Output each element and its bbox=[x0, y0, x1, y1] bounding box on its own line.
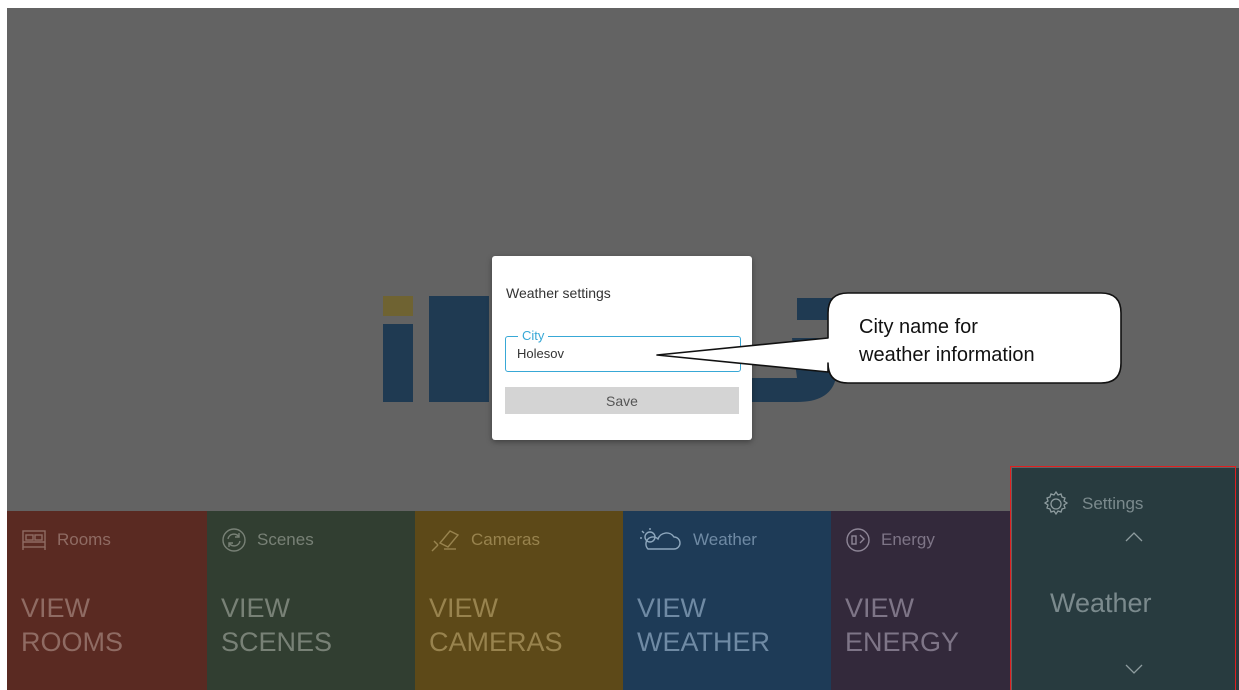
highlight-box bbox=[1010, 466, 1236, 690]
callout-line1: City name for bbox=[859, 316, 978, 338]
callout-line2: weather information bbox=[859, 344, 1035, 366]
callout-text: City name for weather information bbox=[859, 313, 1035, 369]
